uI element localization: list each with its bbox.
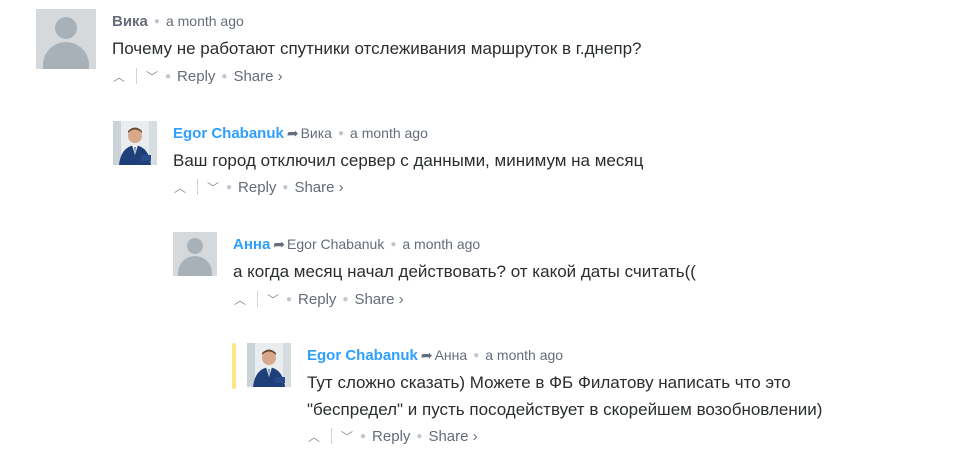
new-comment-highlight — [232, 343, 236, 389]
share-button[interactable]: Share › — [354, 291, 403, 308]
avatar[interactable] — [247, 343, 291, 387]
comment-header: Egor Chabanuk ➦ Анна ● a month ago — [307, 347, 564, 364]
author-name[interactable]: Анна — [233, 236, 270, 253]
timestamp[interactable]: a month ago — [485, 347, 563, 363]
timestamp[interactable]: a month ago — [350, 125, 428, 141]
comment-actions: ︿ ﹀ ● Reply ● Share › — [233, 291, 404, 309]
downvote-button[interactable]: ﹀ — [206, 179, 220, 197]
author-name[interactable]: Вика — [112, 13, 148, 30]
share-button[interactable]: Share › — [233, 68, 282, 85]
avatar[interactable] — [36, 9, 96, 69]
avatar[interactable] — [113, 121, 157, 165]
reply-arrow-icon: ➦ — [420, 347, 433, 363]
comment-message: Тут сложно сказать) Можете в ФБ Филатову… — [307, 369, 947, 423]
reply-arrow-icon: ➦ — [286, 125, 299, 141]
comment-message: а когда месяц начал действовать? от како… — [233, 262, 696, 281]
downvote-button[interactable]: ﹀ — [340, 428, 354, 446]
upvote-button[interactable]: ︿ — [112, 68, 126, 86]
reply-arrow-icon: ➦ — [273, 236, 286, 252]
upvote-button[interactable]: ︿ — [173, 179, 187, 197]
avatar[interactable] — [173, 232, 217, 276]
comment-header: Вика ● a month ago — [112, 13, 244, 30]
author-name[interactable]: Egor Chabanuk — [307, 347, 418, 364]
share-button[interactable]: Share › — [294, 179, 343, 196]
timestamp[interactable]: a month ago — [402, 236, 480, 252]
message-line: "беспредел" и пусть посодействует в скор… — [307, 400, 823, 419]
upvote-button[interactable]: ︿ — [233, 291, 247, 309]
reply-button[interactable]: Reply — [177, 68, 215, 85]
downvote-button[interactable]: ﹀ — [145, 68, 159, 86]
downvote-button[interactable]: ﹀ — [266, 291, 280, 309]
comment-actions: ︿ ﹀ ● Reply ● Share › — [307, 428, 478, 446]
parent-author[interactable]: Вика — [301, 125, 332, 141]
message-line: Тут сложно сказать) Можете в ФБ Филатову… — [307, 373, 791, 392]
author-name[interactable]: Egor Chabanuk — [173, 125, 284, 142]
comment-header: Анна ➦ Egor Chabanuk ● a month ago — [233, 236, 481, 253]
reply-button[interactable]: Reply — [298, 291, 336, 308]
timestamp[interactable]: a month ago — [166, 13, 244, 29]
parent-author[interactable]: Egor Chabanuk — [287, 236, 384, 252]
reply-button[interactable]: Reply — [372, 428, 410, 445]
upvote-button[interactable]: ︿ — [307, 428, 321, 446]
comment-actions: ︿ ﹀ ● Reply ● Share › — [173, 179, 344, 197]
parent-author[interactable]: Анна — [435, 347, 468, 363]
comment-message: Почему не работают спутники отслеживания… — [112, 39, 642, 58]
comment-message: Ваш город отключил сервер с данными, мин… — [173, 151, 644, 170]
share-button[interactable]: Share › — [428, 428, 477, 445]
comment-header: Egor Chabanuk ➦ Вика ● a month ago — [173, 125, 428, 142]
comment-actions: ︿ ﹀ ● Reply ● Share › — [112, 68, 283, 86]
reply-button[interactable]: Reply — [238, 179, 276, 196]
